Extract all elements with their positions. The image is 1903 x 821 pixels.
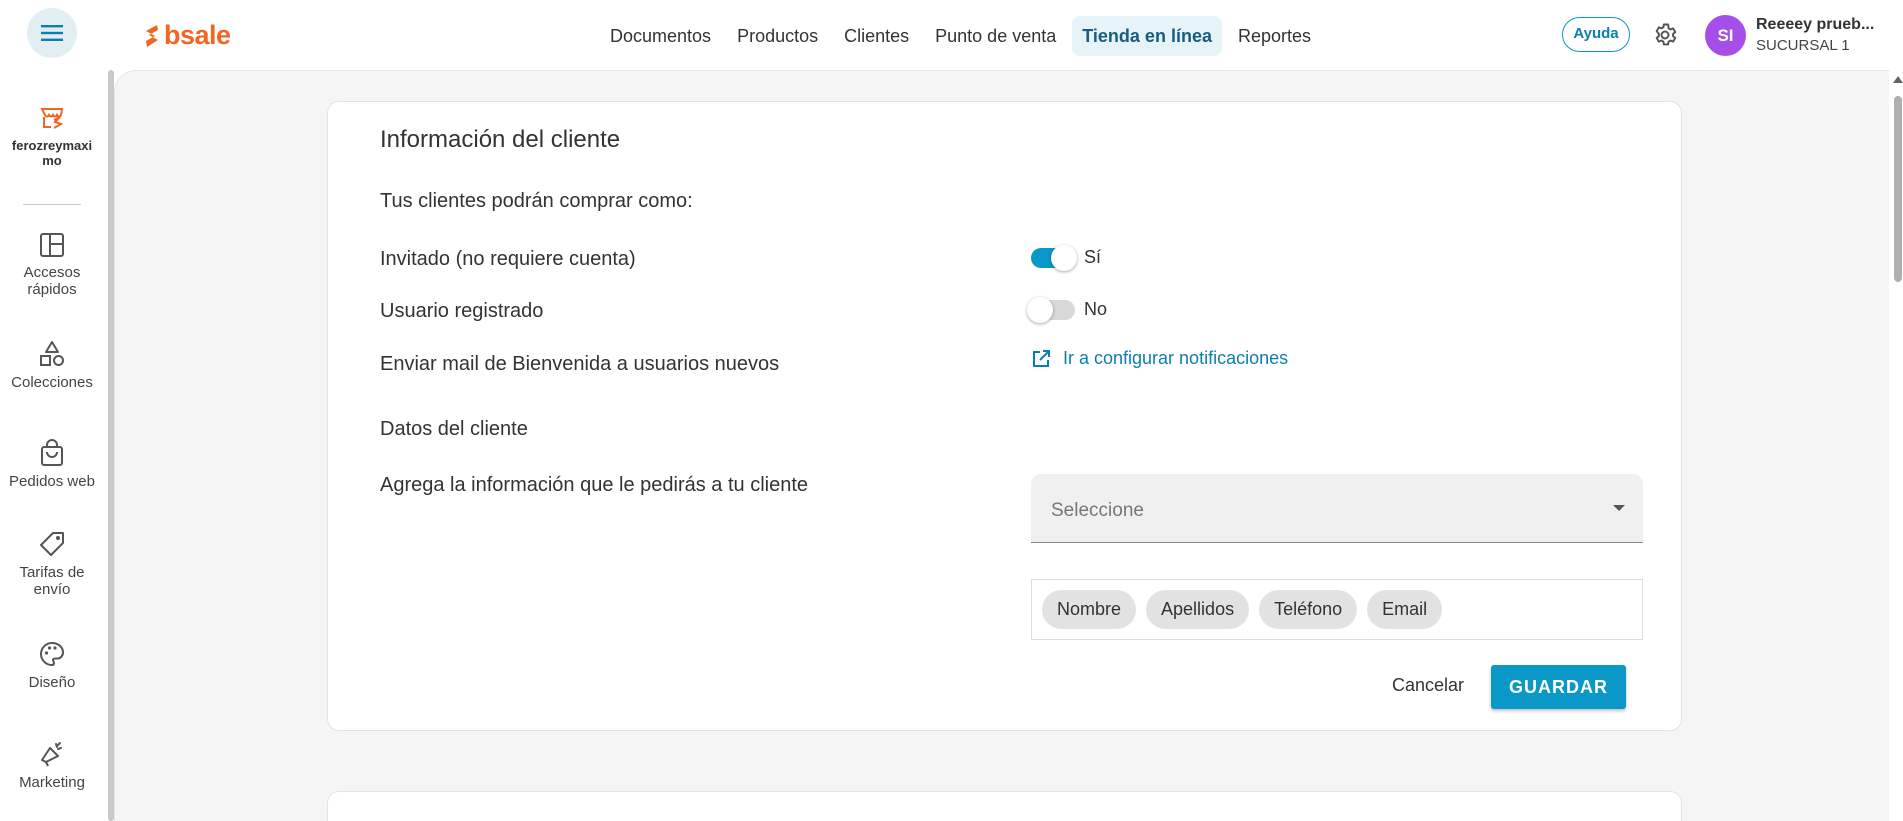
user-name[interactable]: Reeeey prueb... (1756, 16, 1874, 34)
sidebar-item-label: Tarifas de envío (19, 564, 85, 598)
guest-toggle-state: Sí (1084, 247, 1102, 267)
configure-notifications-text: Ir a configurar notificaciones (1063, 348, 1289, 368)
customer-info-card: Información del cliente Tus clientes pod… (327, 101, 1682, 731)
store-name: ferozreymaximo (11, 138, 93, 168)
guest-toggle[interactable] (1031, 245, 1077, 271)
nav-productos[interactable]: Productos (727, 16, 828, 56)
chip-nombre[interactable]: Nombre (1042, 590, 1137, 629)
customer-data-title: Datos del cliente (380, 418, 528, 440)
chip-email[interactable]: Email (1367, 590, 1443, 629)
brand-logo[interactable]: bsale (143, 20, 231, 51)
registered-toggle[interactable] (1027, 297, 1075, 323)
user-branch: SUCURSAL 1 (1756, 37, 1850, 54)
gear-icon[interactable] (1652, 22, 1678, 48)
help-button[interactable]: Ayuda (1562, 17, 1630, 52)
sidebar-item-accesos-rapidos[interactable]: Accesos rápidos (0, 232, 104, 298)
nav-documentos[interactable]: Documentos (600, 16, 721, 56)
save-button[interactable]: GUARDAR (1491, 665, 1626, 709)
sidebar-item-marketing[interactable]: Marketing (0, 740, 104, 791)
toggle-knob (1027, 297, 1053, 323)
bsale-logo-icon (146, 24, 158, 47)
customer-data-desc: Agrega la información que le pedirás a t… (380, 474, 809, 496)
menu-button[interactable] (27, 8, 77, 58)
registered-label: Usuario registrado (380, 300, 544, 322)
main-nav: Documentos Productos Clientes Punto de v… (600, 16, 1327, 56)
store-icon (40, 108, 64, 129)
megaphone-icon (41, 742, 62, 767)
tag-icon (40, 532, 64, 556)
sidebar-item-label: Pedidos web (9, 473, 95, 490)
customer-fields-select[interactable]: Seleccione (1031, 474, 1643, 543)
hamburger-icon (41, 25, 63, 41)
sidebar-item-label: Diseño (28, 674, 76, 691)
nav-reportes[interactable]: Reportes (1228, 16, 1321, 56)
sidebar-divider (23, 204, 81, 205)
welcome-mail-label: Enviar mail de Bienvenida a usuarios nue… (380, 353, 780, 375)
avatar[interactable]: SI (1705, 15, 1746, 56)
palette-icon (40, 641, 65, 667)
chevron-down-icon (1613, 505, 1625, 511)
external-link-icon (1033, 349, 1050, 367)
shopping-bag-icon (41, 439, 63, 466)
sidebar-store[interactable]: ferozreymaximo (0, 104, 104, 168)
sidebar-item-label: Accesos rápidos (23, 264, 81, 298)
scroll-up-icon[interactable] (1893, 76, 1903, 83)
nav-tienda-en-linea[interactable]: Tienda en línea (1072, 16, 1222, 56)
sidebar-item-pedidos-web[interactable]: Pedidos web (0, 439, 104, 490)
card-title: Información del cliente (380, 126, 621, 153)
configure-notifications-link[interactable]: Ir a configurar notificaciones (1031, 348, 1288, 369)
nav-punto-de-venta[interactable]: Punto de venta (925, 16, 1066, 56)
next-card (327, 791, 1682, 821)
registered-toggle-state: No (1084, 299, 1108, 319)
nav-clientes[interactable]: Clientes (834, 16, 919, 56)
shapes-icon (40, 341, 64, 366)
chip-apellidos[interactable]: Apellidos (1146, 590, 1250, 629)
top-bar: bsale Documentos Productos Clientes Punt… (0, 0, 1903, 70)
guest-label: Invitado (no requiere cuenta) (380, 248, 636, 270)
chip-telefono[interactable]: Teléfono (1259, 590, 1358, 629)
sidebar-item-colecciones[interactable]: Colecciones (0, 340, 104, 391)
sidebar-item-label: Colecciones (11, 374, 93, 391)
toggle-knob (1051, 245, 1077, 271)
layout-icon (40, 233, 64, 257)
sidebar-item-label: Marketing (19, 774, 85, 791)
selected-fields-box: Nombre Apellidos Teléfono Email (1031, 579, 1643, 640)
sidebar-item-diseno[interactable]: Diseño (0, 640, 104, 691)
select-placeholder: Seleccione (1051, 500, 1144, 521)
sidebar-item-tarifas-de-envio[interactable]: Tarifas de envío (0, 530, 104, 598)
cancel-button[interactable]: Cancelar (1392, 665, 1464, 705)
buy-as-label: Tus clientes podrán comprar como: (380, 190, 693, 212)
brand-name: bsale (164, 20, 231, 50)
page-scrollbar-thumb[interactable] (1894, 96, 1902, 282)
main-content: Información del cliente Tus clientes pod… (114, 70, 1889, 821)
